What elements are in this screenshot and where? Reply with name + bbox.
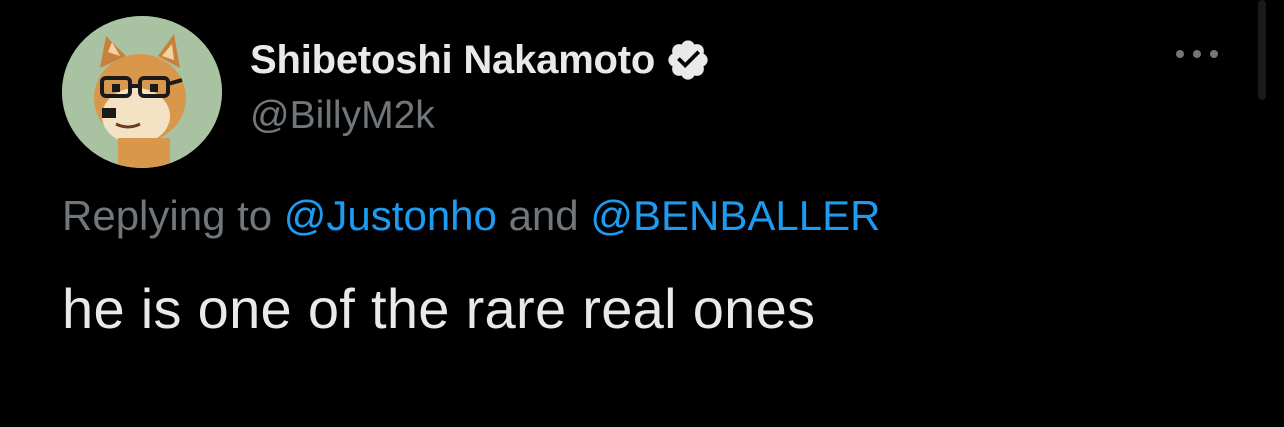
replying-to-line: Replying to @Justonho and @BENBALLER <box>62 192 880 240</box>
author-display-name[interactable]: Shibetoshi Nakamoto <box>250 38 655 83</box>
author-handle[interactable]: @BillyM2k <box>250 94 435 138</box>
more-dots-icon <box>1176 50 1218 58</box>
mention-link-benballer[interactable]: @BENBALLER <box>590 192 880 239</box>
author-name-row[interactable]: Shibetoshi Nakamoto <box>250 32 711 88</box>
tweet[interactable]: Shibetoshi Nakamoto @BillyM2k Replying t… <box>0 0 1284 427</box>
shiba-avatar-icon <box>62 16 222 168</box>
avatar[interactable] <box>62 16 222 168</box>
replying-to-label: Replying to <box>62 192 284 239</box>
mention-joiner: and <box>496 192 591 239</box>
mention-link-justonho[interactable]: @Justonho <box>284 192 497 239</box>
tweet-text: he is one of the rare real ones <box>62 277 816 340</box>
scrollbar[interactable] <box>1258 0 1266 100</box>
verified-badge-icon <box>668 40 708 80</box>
more-options-button[interactable] <box>1172 34 1222 74</box>
